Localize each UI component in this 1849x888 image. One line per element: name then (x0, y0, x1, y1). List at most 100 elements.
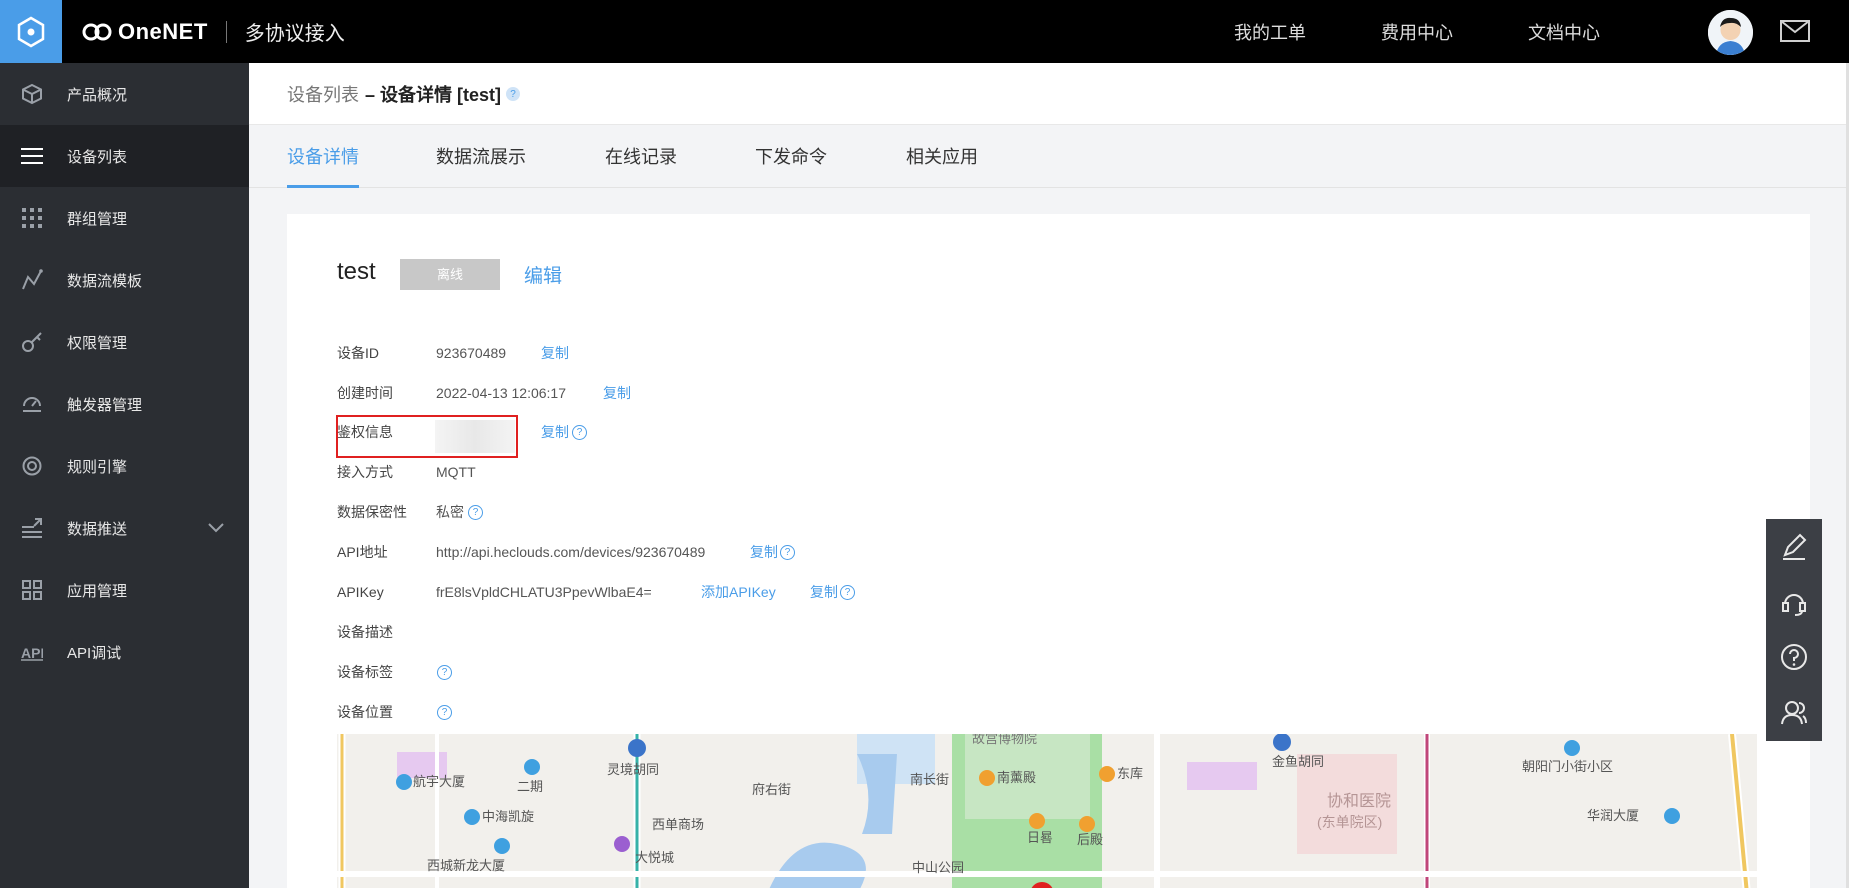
help-icon[interactable]: ? (506, 87, 521, 101)
tab-online-records[interactable]: 在线记录 (605, 126, 677, 188)
field-label: 设备标签 (337, 664, 393, 680)
nav-billing-link[interactable]: 费用中心 (1381, 19, 1453, 45)
svg-text:API: API (21, 645, 43, 661)
copy-auth-button[interactable]: 复制 (541, 422, 569, 442)
map-label: 西单商场 (652, 817, 704, 832)
list-icon (20, 144, 44, 168)
sidebar-item-devices[interactable]: 设备列表 (0, 125, 249, 187)
breadcrumb-parent[interactable]: 设备列表 (287, 81, 359, 107)
avatar[interactable] (1708, 10, 1753, 55)
help-icon[interactable]: ? (468, 504, 483, 520)
field-label: 数据保密性 (337, 504, 407, 520)
field-label: API地址 (337, 544, 388, 560)
location-map[interactable]: 故宫博物院 航宇大厦 二期 灵境胡同 中海凯旋 西单商场 府右街 南薰殿 东库 … (337, 734, 1757, 888)
map-label: 日晷 (1027, 830, 1053, 845)
copy-created-button[interactable]: 复制 (603, 383, 631, 403)
sidebar-item-groups[interactable]: 群组管理 (0, 187, 249, 249)
map-label: 南薰殿 (997, 770, 1036, 785)
chevron-down-icon[interactable] (208, 520, 224, 537)
key-icon (20, 330, 44, 354)
copy-id-button[interactable]: 复制 (541, 343, 569, 363)
nav-billing[interactable]: 费用中心 (1381, 0, 1453, 63)
map-label: 灵境胡同 (607, 762, 659, 777)
brand-name: OneNET (118, 18, 208, 44)
map-label: 东库 (1117, 766, 1143, 781)
help-icon[interactable]: ? (437, 704, 452, 720)
sidebar-item-label: 触发器管理 (67, 396, 143, 414)
field-value: 2022-04-13 12:06:17 (436, 385, 566, 401)
help-icon[interactable]: ? (572, 424, 587, 440)
help-icon[interactable]: ? (840, 584, 855, 600)
grid-dots-icon (20, 206, 44, 230)
question-help-icon[interactable] (1766, 629, 1822, 684)
sidebar-item-label: 数据流模板 (67, 272, 143, 290)
trigger-icon (20, 392, 44, 416)
apps-icon (20, 578, 44, 602)
sidebar-item-rules-engine[interactable]: 规则引擎 (0, 435, 249, 497)
sidebar-item-triggers[interactable]: 触发器管理 (0, 373, 249, 435)
field-label: 设备ID (337, 345, 379, 361)
map-label: 华润大厦 (1587, 808, 1639, 823)
map-label: 二期 (517, 779, 543, 794)
map-label: 航宇大厦 (413, 774, 465, 789)
sidebar-item-datastream-template[interactable]: 数据流模板 (0, 249, 249, 311)
copy-apikey-button[interactable]: 复制 (810, 582, 838, 602)
help-icon[interactable]: ? (780, 544, 795, 560)
page-title: – 设备详情 [test] (365, 85, 502, 105)
map-label: 故宫博物院 (972, 734, 1037, 746)
headset-support-icon[interactable] (1766, 574, 1822, 629)
sidebar-item-api-debug[interactable]: API API调试 (0, 621, 249, 683)
tab-bar: 设备详情 数据流展示 在线记录 下发命令 相关应用 (249, 126, 1849, 188)
device-name: test (337, 258, 376, 285)
nav-tickets[interactable]: 我的工单 (1234, 0, 1306, 63)
map-label: (东单院区) (1317, 814, 1382, 830)
sidebar: 产品概况 设备列表 群组管理 数据流模板 权限管理 触发器管理 规则引擎 数据推… (0, 63, 249, 888)
tab-device-details[interactable]: 设备详情 (287, 126, 359, 188)
push-icon (20, 516, 44, 540)
sidebar-item-apps[interactable]: 应用管理 (0, 559, 249, 621)
field-value: http://api.heclouds.com/devices/92367048… (436, 544, 706, 560)
field-value: 私密 (436, 504, 464, 520)
map-label: 中山公园 (912, 860, 964, 875)
onenet-logo-icon (82, 23, 112, 40)
nav-tickets-link[interactable]: 我的工单 (1234, 19, 1306, 45)
map-label: 金鱼胡同 (1272, 754, 1324, 769)
tab-related-apps[interactable]: 相关应用 (906, 126, 978, 188)
field-value: frE8lsVpldCHLATU3PpevWlbaE4= (436, 584, 652, 600)
cube-icon (20, 82, 44, 106)
nav-docs-link[interactable]: 文档中心 (1528, 19, 1600, 45)
product-name[interactable]: 多协议接入 (245, 17, 345, 46)
field-label: APIKey (337, 584, 384, 600)
add-apikey-button[interactable]: 添加APIKey (701, 582, 776, 602)
map-label: 大悦城 (635, 850, 674, 865)
map-label: 后殿 (1077, 832, 1103, 847)
map-label: 朝阳门小街小区 (1522, 759, 1613, 774)
floating-toolbar (1766, 519, 1822, 741)
sidebar-item-label: API调试 (67, 644, 122, 662)
divider (225, 20, 227, 43)
tab-send-command[interactable]: 下发命令 (755, 126, 827, 188)
field-label: 创建时间 (337, 385, 393, 401)
mail-icon[interactable] (1780, 20, 1810, 47)
sidebar-item-label: 应用管理 (67, 582, 128, 600)
api-icon: API (20, 640, 44, 664)
app-logo-icon[interactable] (0, 0, 62, 63)
sidebar-item-overview[interactable]: 产品概况 (0, 63, 249, 125)
copy-api-button[interactable]: 复制 (750, 542, 778, 562)
nav-docs[interactable]: 文档中心 (1528, 0, 1600, 63)
field-label: 接入方式 (337, 464, 393, 480)
sidebar-item-permissions[interactable]: 权限管理 (0, 311, 249, 373)
help-icon[interactable]: ? (437, 664, 452, 680)
tab-datastream[interactable]: 数据流展示 (436, 126, 526, 188)
sidebar-item-label: 产品概况 (67, 86, 128, 104)
feedback-edit-icon[interactable] (1766, 519, 1822, 574)
breadcrumb: 设备列表 – 设备详情 [test] ? (287, 63, 521, 125)
user-community-icon[interactable] (1766, 684, 1822, 739)
field-value: 923670489 (436, 345, 507, 361)
chart-line-icon (20, 268, 44, 292)
map-label: 府右街 (752, 782, 791, 797)
sidebar-item-data-push[interactable]: 数据推送 (0, 497, 249, 559)
field-value: MQTT (436, 464, 476, 480)
page-header: 设备列表 – 设备详情 [test] ? (249, 63, 1849, 125)
edit-button[interactable]: 编辑 (524, 261, 562, 288)
